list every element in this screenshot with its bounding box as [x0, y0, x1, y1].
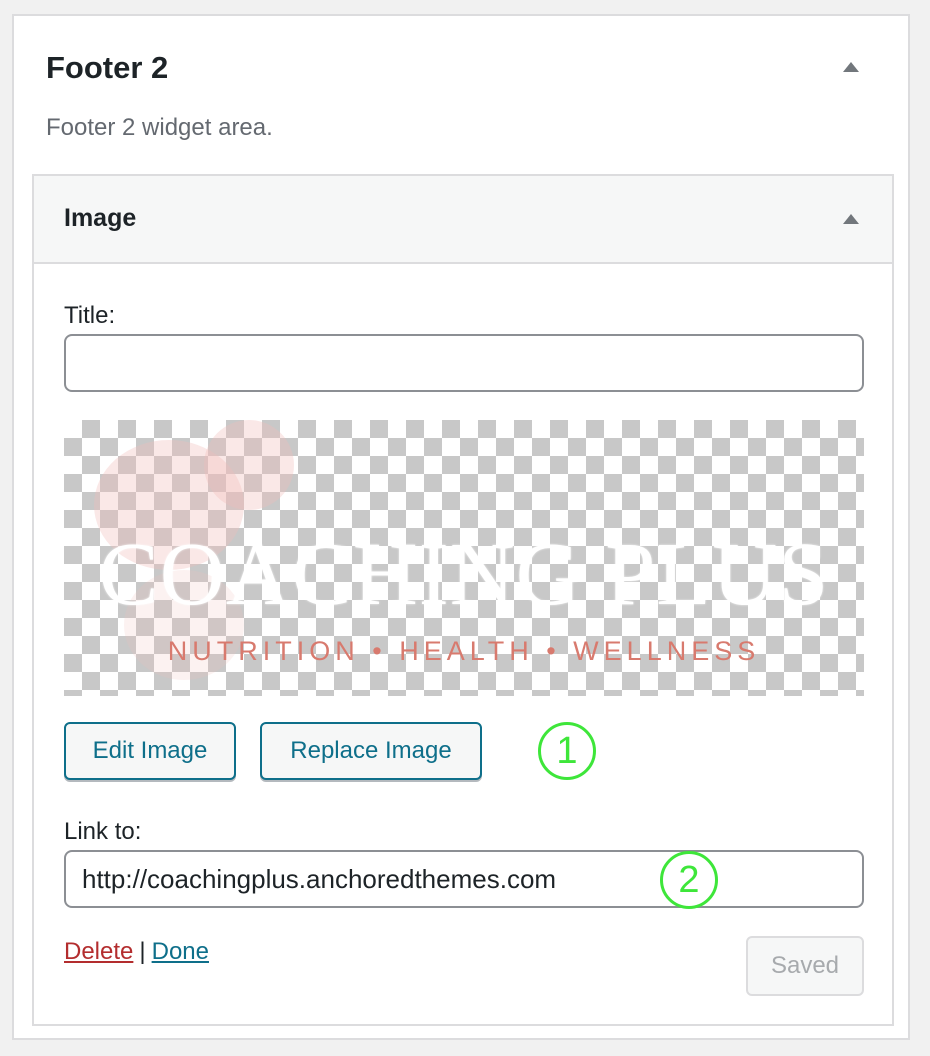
image-widget: Image Title: COACHING PLUS NUTRITION • H… — [32, 174, 894, 1026]
sidebar-description: Footer 2 widget area. — [46, 114, 273, 141]
image-preview: COACHING PLUS NUTRITION • HEALTH • WELLN… — [64, 420, 864, 696]
annotation-marker-2: 2 — [660, 851, 718, 909]
widget-toggle-button[interactable] — [836, 204, 866, 234]
logo-blossom-graphic — [204, 420, 294, 510]
widget-header[interactable]: Image — [34, 176, 892, 264]
title-input[interactable] — [64, 334, 864, 392]
widget-control-actions: Delete | Done — [64, 938, 209, 966]
link-to-label: Link to: — [64, 818, 142, 845]
annotation-marker-1: 1 — [538, 722, 596, 780]
sidebar-collapse-button[interactable] — [836, 52, 866, 82]
link-url-input[interactable] — [64, 850, 864, 908]
separator: | — [139, 938, 146, 965]
title-label: Title: — [64, 302, 116, 329]
triangle-up-icon — [843, 214, 859, 224]
logo-text: COACHING PLUS — [98, 525, 830, 624]
done-link[interactable]: Done — [152, 938, 209, 965]
triangle-up-icon — [843, 62, 859, 72]
logo-tagline: NUTRITION • HEALTH • WELLNESS — [167, 636, 761, 666]
widget-area-footer-2: Footer 2 Footer 2 widget area. Image Tit… — [12, 14, 910, 1040]
saved-button[interactable]: Saved — [746, 936, 864, 996]
edit-image-button[interactable]: Edit Image — [64, 722, 236, 780]
delete-link[interactable]: Delete — [64, 938, 133, 965]
sidebar-title: Footer 2 — [46, 50, 169, 85]
replace-image-button[interactable]: Replace Image — [260, 722, 482, 780]
widget-title: Image — [64, 204, 137, 232]
